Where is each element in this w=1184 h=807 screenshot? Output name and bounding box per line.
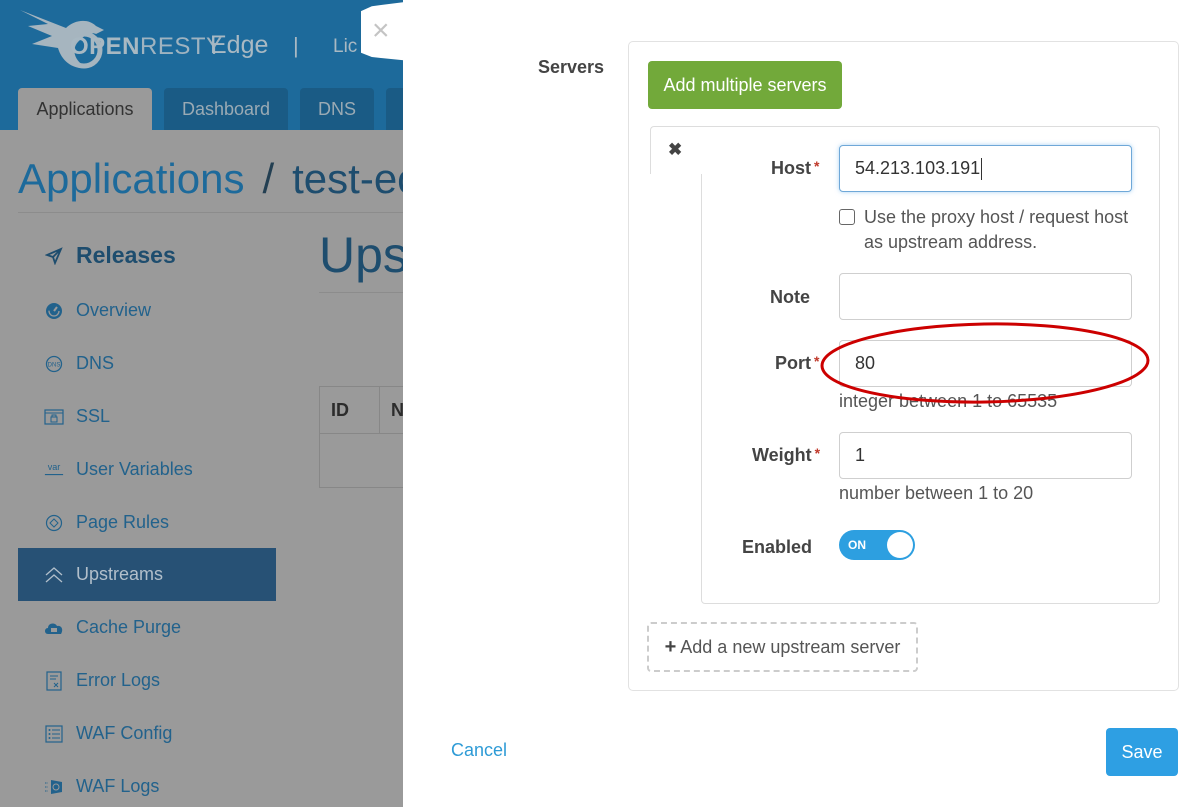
var-icon: var — [44, 461, 64, 479]
host-input[interactable]: 54.213.103.191 — [839, 145, 1132, 192]
sidebar-item-overview[interactable]: Overview — [18, 284, 276, 337]
sidebar-item-ssl[interactable]: SSL — [18, 390, 276, 443]
dashboard-gauge-icon — [44, 302, 64, 320]
sidebar-item-waf-logs[interactable]: WAF Logs — [18, 760, 276, 807]
add-upstream-server-button[interactable]: + Add a new upstream server — [647, 622, 918, 672]
use-proxy-host-checkbox[interactable] — [839, 209, 855, 225]
page-title: Ups — [319, 227, 408, 283]
save-button[interactable]: Save — [1106, 728, 1178, 776]
port-label: Port * — [775, 353, 820, 373]
ssl-lock-icon — [44, 408, 64, 425]
cloud-icon — [44, 620, 64, 636]
sidebar-item-upstreams[interactable]: Upstreams — [18, 548, 276, 601]
product-name: Edge — [210, 31, 269, 59]
upstreams-table: ID N — [319, 386, 409, 488]
sidebar-item-page-rules[interactable]: Page Rules — [18, 496, 276, 549]
column-header-name[interactable]: N — [380, 387, 404, 433]
toggle-knob — [887, 532, 913, 558]
error-log-icon — [44, 670, 64, 691]
breadcrumb-current-app: test-ec — [292, 155, 419, 202]
add-multiple-servers-button[interactable]: Add multiple servers — [648, 61, 842, 109]
tab-dashboard[interactable]: Dashboard — [164, 88, 288, 130]
sidebar-item-waf-config[interactable]: WAF Config — [18, 707, 276, 760]
waf-logs-icon — [44, 778, 64, 796]
page-rules-icon — [44, 514, 64, 532]
port-input[interactable]: 80 — [839, 340, 1132, 387]
note-input[interactable] — [839, 273, 1132, 320]
dns-globe-icon: DNS — [44, 355, 64, 373]
enabled-label: Enabled — [742, 537, 813, 557]
cancel-button[interactable]: Cancel — [451, 740, 507, 761]
sidebar-item-user-variables[interactable]: var User Variables — [18, 443, 276, 496]
column-header-id[interactable]: ID — [320, 387, 380, 433]
tab-applications[interactable]: Applications — [18, 88, 152, 130]
paper-plane-icon — [44, 246, 64, 265]
divider — [18, 212, 418, 213]
breadcrumb: Applications / test-ec — [18, 155, 419, 202]
plus-icon: + — [664, 635, 677, 658]
weight-help-text: number between 1 to 20 — [839, 483, 1034, 503]
list-icon — [44, 724, 64, 743]
port-help-text: integer between 1 to 65535 — [839, 391, 1058, 411]
sidebar-item-releases[interactable]: Releases — [18, 229, 276, 282]
divider — [319, 292, 409, 293]
sidebar-item-error-logs[interactable]: Error Logs — [18, 654, 276, 707]
tab-dns[interactable]: DNS — [300, 88, 374, 130]
table-header-row: ID N — [320, 387, 408, 434]
sidebar-item-dns[interactable]: DNS DNS — [18, 337, 276, 390]
close-icon[interactable]: × — [372, 16, 390, 46]
upstreams-chevron-icon — [44, 566, 64, 584]
header-separator: | — [293, 33, 299, 58]
servers-label: Servers — [538, 57, 605, 77]
remove-server-icon[interactable]: ✖ — [668, 140, 682, 160]
weight-label: Weight * — [752, 445, 821, 465]
svg-text:var: var — [48, 462, 61, 472]
logo-wordmark: OPENRESTY — [70, 33, 223, 60]
host-label: Host * — [771, 158, 820, 178]
svg-text:DNS: DNS — [48, 362, 61, 368]
breadcrumb-applications[interactable]: Applications — [18, 155, 244, 202]
enabled-toggle[interactable]: ON — [839, 530, 915, 560]
note-label: Note — [770, 287, 810, 307]
use-proxy-host-label[interactable]: Use the proxy host / request host as ups… — [864, 205, 1144, 255]
license-link[interactable]: Lic — [333, 36, 357, 58]
sidebar-item-cache-purge[interactable]: Cache Purge — [18, 601, 276, 654]
text-cursor — [981, 157, 983, 180]
weight-input[interactable]: 1 — [839, 432, 1132, 479]
